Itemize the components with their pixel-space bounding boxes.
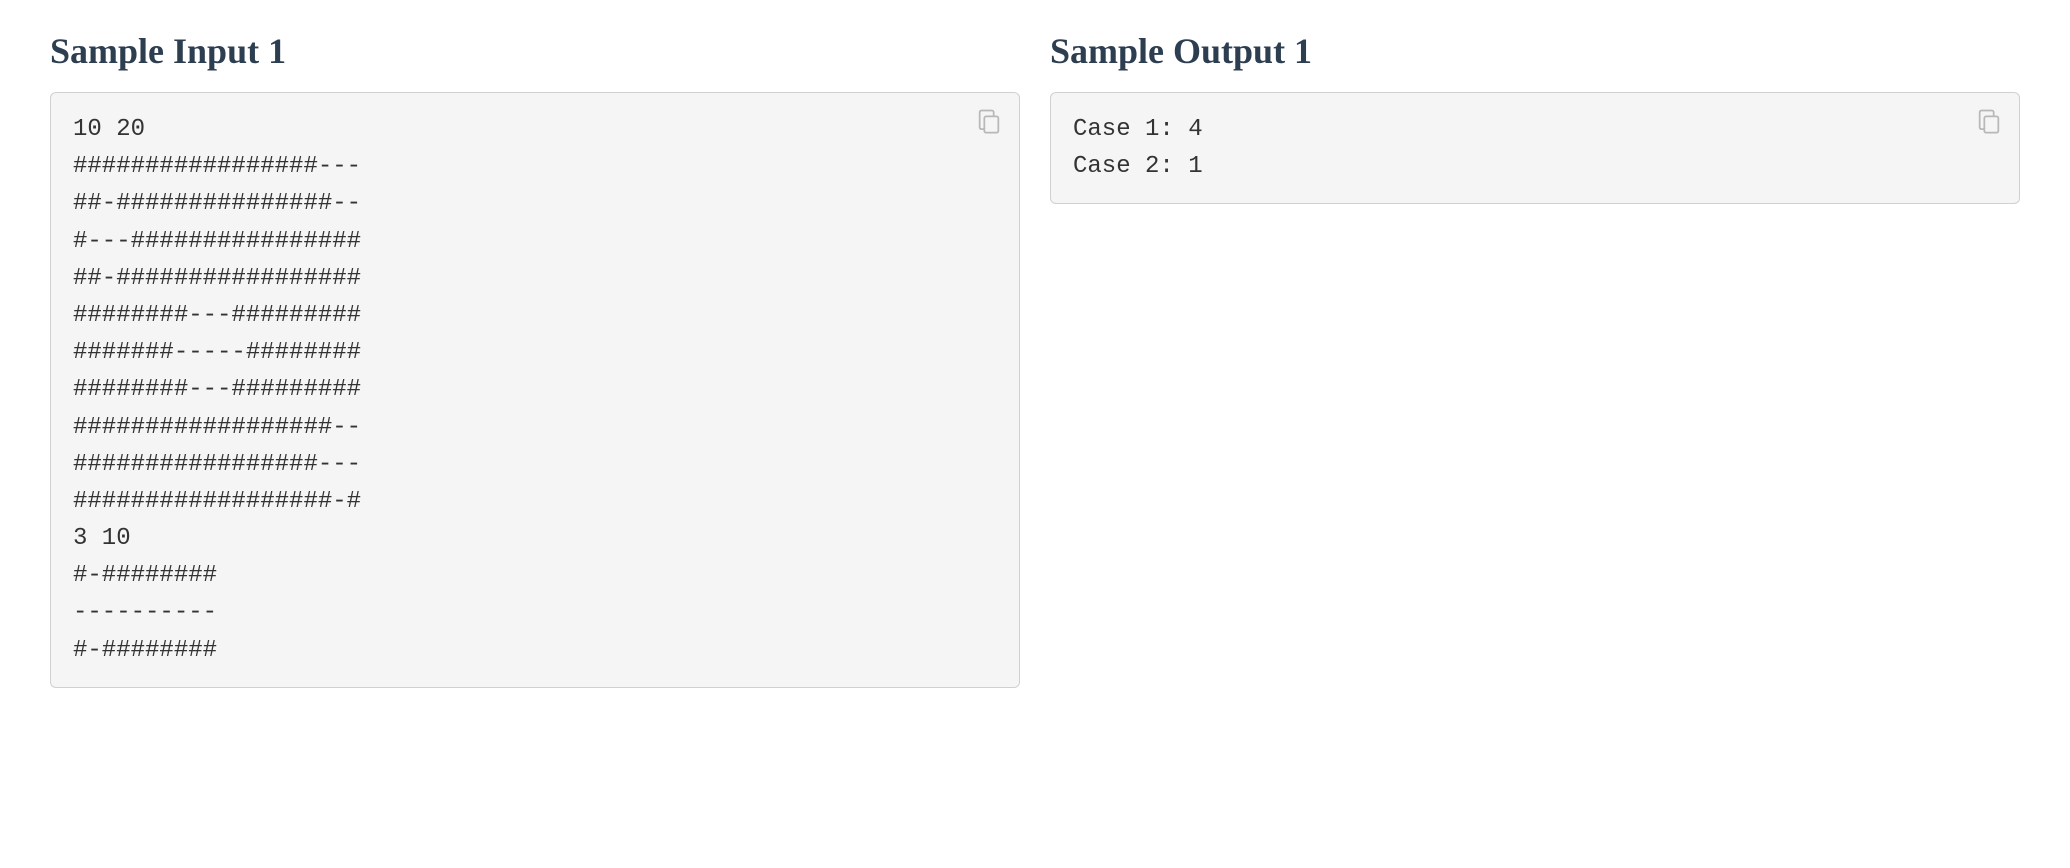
sample-output-box: Case 1: 4 Case 2: 1	[1050, 92, 2020, 204]
sample-input-content: 10 20 #################--- ##-##########…	[73, 111, 997, 669]
sample-input-heading: Sample Input 1	[50, 30, 1020, 72]
sample-output-heading: Sample Output 1	[1050, 30, 2020, 72]
sample-output-column: Sample Output 1 Case 1: 4 Case 2: 1	[1050, 30, 2020, 688]
sample-output-content: Case 1: 4 Case 2: 1	[1073, 111, 1997, 185]
copy-output-button[interactable]	[1975, 107, 2003, 135]
copy-icon	[975, 107, 1003, 135]
sample-input-box: 10 20 #################--- ##-##########…	[50, 92, 1020, 688]
copy-icon	[1975, 107, 2003, 135]
sample-input-column: Sample Input 1 10 20 #################--…	[50, 30, 1020, 688]
copy-input-button[interactable]	[975, 107, 1003, 135]
samples-container: Sample Input 1 10 20 #################--…	[50, 30, 2020, 688]
